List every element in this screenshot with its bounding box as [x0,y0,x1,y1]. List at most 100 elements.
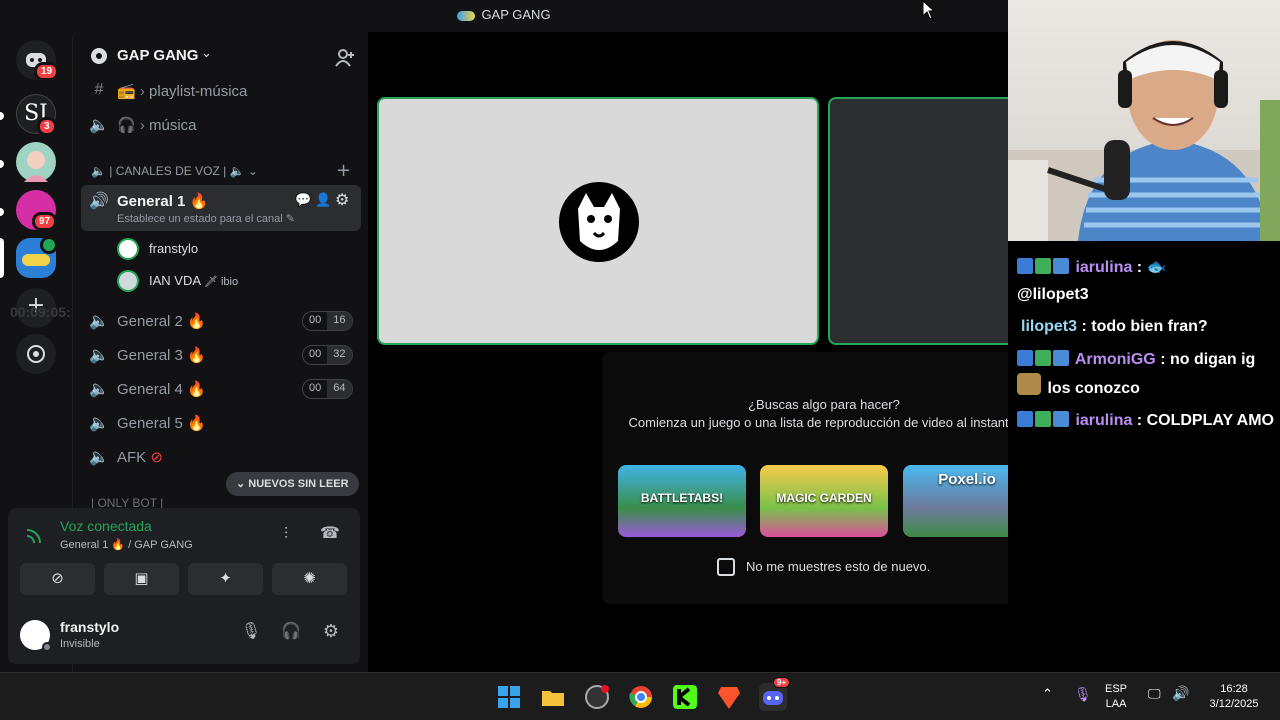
language-indicator[interactable]: ESP LAA [1105,682,1127,712]
fire-icon: 🔥 [187,415,206,432]
game-battletabs[interactable]: BATTLETABS! [618,465,746,537]
voice-user-name-wrap: IAN VDA 🗡 ibio [149,273,238,288]
participant-tile[interactable] [828,97,1018,345]
user-count: 00 [309,314,322,326]
guild-header[interactable]: GAP GANG ⌄ [73,32,369,80]
brave-button[interactable] [715,683,743,711]
file-explorer-button[interactable] [539,683,567,711]
add-channel-icon[interactable]: + [336,160,351,181]
chat-message: iarulina : COLDPLAY AMO [1017,407,1279,434]
home-button[interactable]: 19 [16,40,60,81]
server-avatar-girl[interactable] [16,142,56,182]
hashtag-icon: # [94,81,104,98]
tray-microphone-icon[interactable]: 🎙 [1074,687,1092,703]
activity-prompt-title: ¿Buscas algo para hacer? [748,397,900,412]
chat-bubble-icon[interactable]: 💬 [295,192,311,208]
server-pink[interactable]: 97 [16,190,58,231]
prohibited-icon: ⊘ [150,449,163,466]
tray-chevron-up-icon[interactable]: ⌃ [1042,687,1053,702]
channel-general-3[interactable]: 🔈 General 3 🔥 00 32 [81,339,361,371]
network-icon[interactable]: 🖵 [1148,687,1161,702]
headphones-icon[interactable]: 🎧 [279,621,303,645]
clock-date: 3/12/2025 [1209,698,1259,710]
obs-button[interactable] [583,683,611,711]
user-tag-text: ibio [220,276,239,288]
channel-playlist-musica-label: 📻 › playlist-música [117,82,247,100]
channel-afk-label: AFK ⊘ [117,448,163,466]
voice-connected-label: Voz conectada [60,518,152,534]
user-limit: 16 [327,312,352,330]
server-gap-gang[interactable] [16,236,58,278]
channel-general-2[interactable]: 🔈 General 2 🔥 00 16 [81,305,361,337]
microphone-icon[interactable]: 🎙 [239,621,263,645]
add-user-icon[interactable]: 👤 [315,192,331,208]
chat-text: no digan ig [1169,351,1256,368]
home-unread-badge: 19 [34,62,60,81]
discord-button[interactable]: 9+ [759,677,791,711]
invite-user-icon[interactable] [335,48,355,68]
speaker-icon: 🔈 [89,347,109,364]
compass-icon [27,345,45,363]
server-si[interactable]: SI 3 [16,94,57,136]
speaker-icon: 🔈 [91,164,106,178]
category-voice-label: | CANALES DE VOZ | [109,164,227,178]
user-limit-counter: 00 64 [302,379,353,399]
clock[interactable]: 16:28 3/12/2025 [1202,682,1266,712]
chat-text: @lilopet3 [1017,286,1089,303]
activity-prompt-body: Comienza un juego o una lista de reprodu… [628,415,1020,430]
channel-afk[interactable]: 🔈 AFK ⊘ [81,441,361,473]
dont-show-checkbox[interactable] [717,558,735,576]
discord-badge: 9+ [773,677,791,688]
badge-icon [1053,411,1069,427]
speaker-icon: 🔈 [89,117,109,134]
chat-nick: lilopet3 [1021,318,1078,335]
server-icon [457,10,476,21]
chat-text: COLDPLAY AMO [1146,412,1274,429]
game-magic-garden[interactable]: MAGIC GARDEN [760,465,888,537]
channel-general-3-label: General 3 🔥 [117,346,206,364]
user-count: 00 [309,348,322,360]
radio-icon: 📻 › [117,83,150,100]
voice-stage: ¿Buscas algo para hacer? Comienza un jue… [368,32,1046,672]
participant-tile[interactable] [377,97,819,345]
channel-general-4[interactable]: 🔈 General 4 🔥 00 64 [81,373,361,405]
speaker-icon: 🔈 [89,449,109,466]
channel-general-5[interactable]: 🔈 General 5 🔥 [81,407,361,439]
emote-icon [1017,373,1041,395]
chrome-button[interactable] [627,683,655,711]
volume-icon[interactable]: 🔊 [1172,686,1189,702]
disconnect-icon[interactable]: ☎ [320,523,340,542]
unread-messages-button[interactable]: ⌄ NUEVOS SIN LEER [226,472,359,496]
channel-status[interactable]: Establece un estado para el canal ✎ [117,212,295,225]
discover-button[interactable] [16,334,56,374]
streamer-webcam-image [1008,40,1280,241]
cat-avatar-icon [559,182,639,262]
mouse-cursor-icon [922,0,936,20]
voice-channel-link[interactable]: General 1 🔥 / GAP GANG [60,538,193,551]
voice-user-name: franstylo [149,241,199,256]
unread-pill-indicator [0,208,4,216]
server-si-badge: 3 [37,117,57,136]
kick-button[interactable] [671,683,699,711]
channel-musica[interactable]: 🔈 🎧 › música [81,109,361,141]
camera-button[interactable]: ⊘ [20,563,95,595]
soundboard-button[interactable]: ✺ [272,563,347,595]
badge-icon [1017,411,1033,427]
avatar [117,270,139,292]
noise-suppression-icon[interactable]: ⫶ [284,524,288,544]
activities-icon: ✦ [219,569,232,587]
unread-pill-label: NUEVOS SIN LEER [248,478,349,490]
activities-button[interactable]: ✦ [188,563,263,595]
webcam-overlay [1008,0,1280,241]
gear-icon[interactable]: ⚙ [335,190,349,210]
chat-text: todo bien fran? [1091,318,1208,335]
chat-message: ArmoniGG : no digan ig los conozco [1017,346,1279,402]
avatar [117,238,139,260]
channel-playlist-musica[interactable]: # 📻 › playlist-música [81,75,361,107]
user-limit: 32 [327,346,352,364]
category-voice-channels[interactable]: 🔈 | CANALES DE VOZ | 🔈 ⌄ [91,164,258,178]
settings-gear-icon[interactable]: ⚙ [319,621,343,645]
screen-share-button[interactable]: ▣ [104,563,179,595]
start-button[interactable] [495,683,523,711]
channel-general-1[interactable]: 🔊 General 1 🔥 Establece un estado para e… [81,185,361,231]
